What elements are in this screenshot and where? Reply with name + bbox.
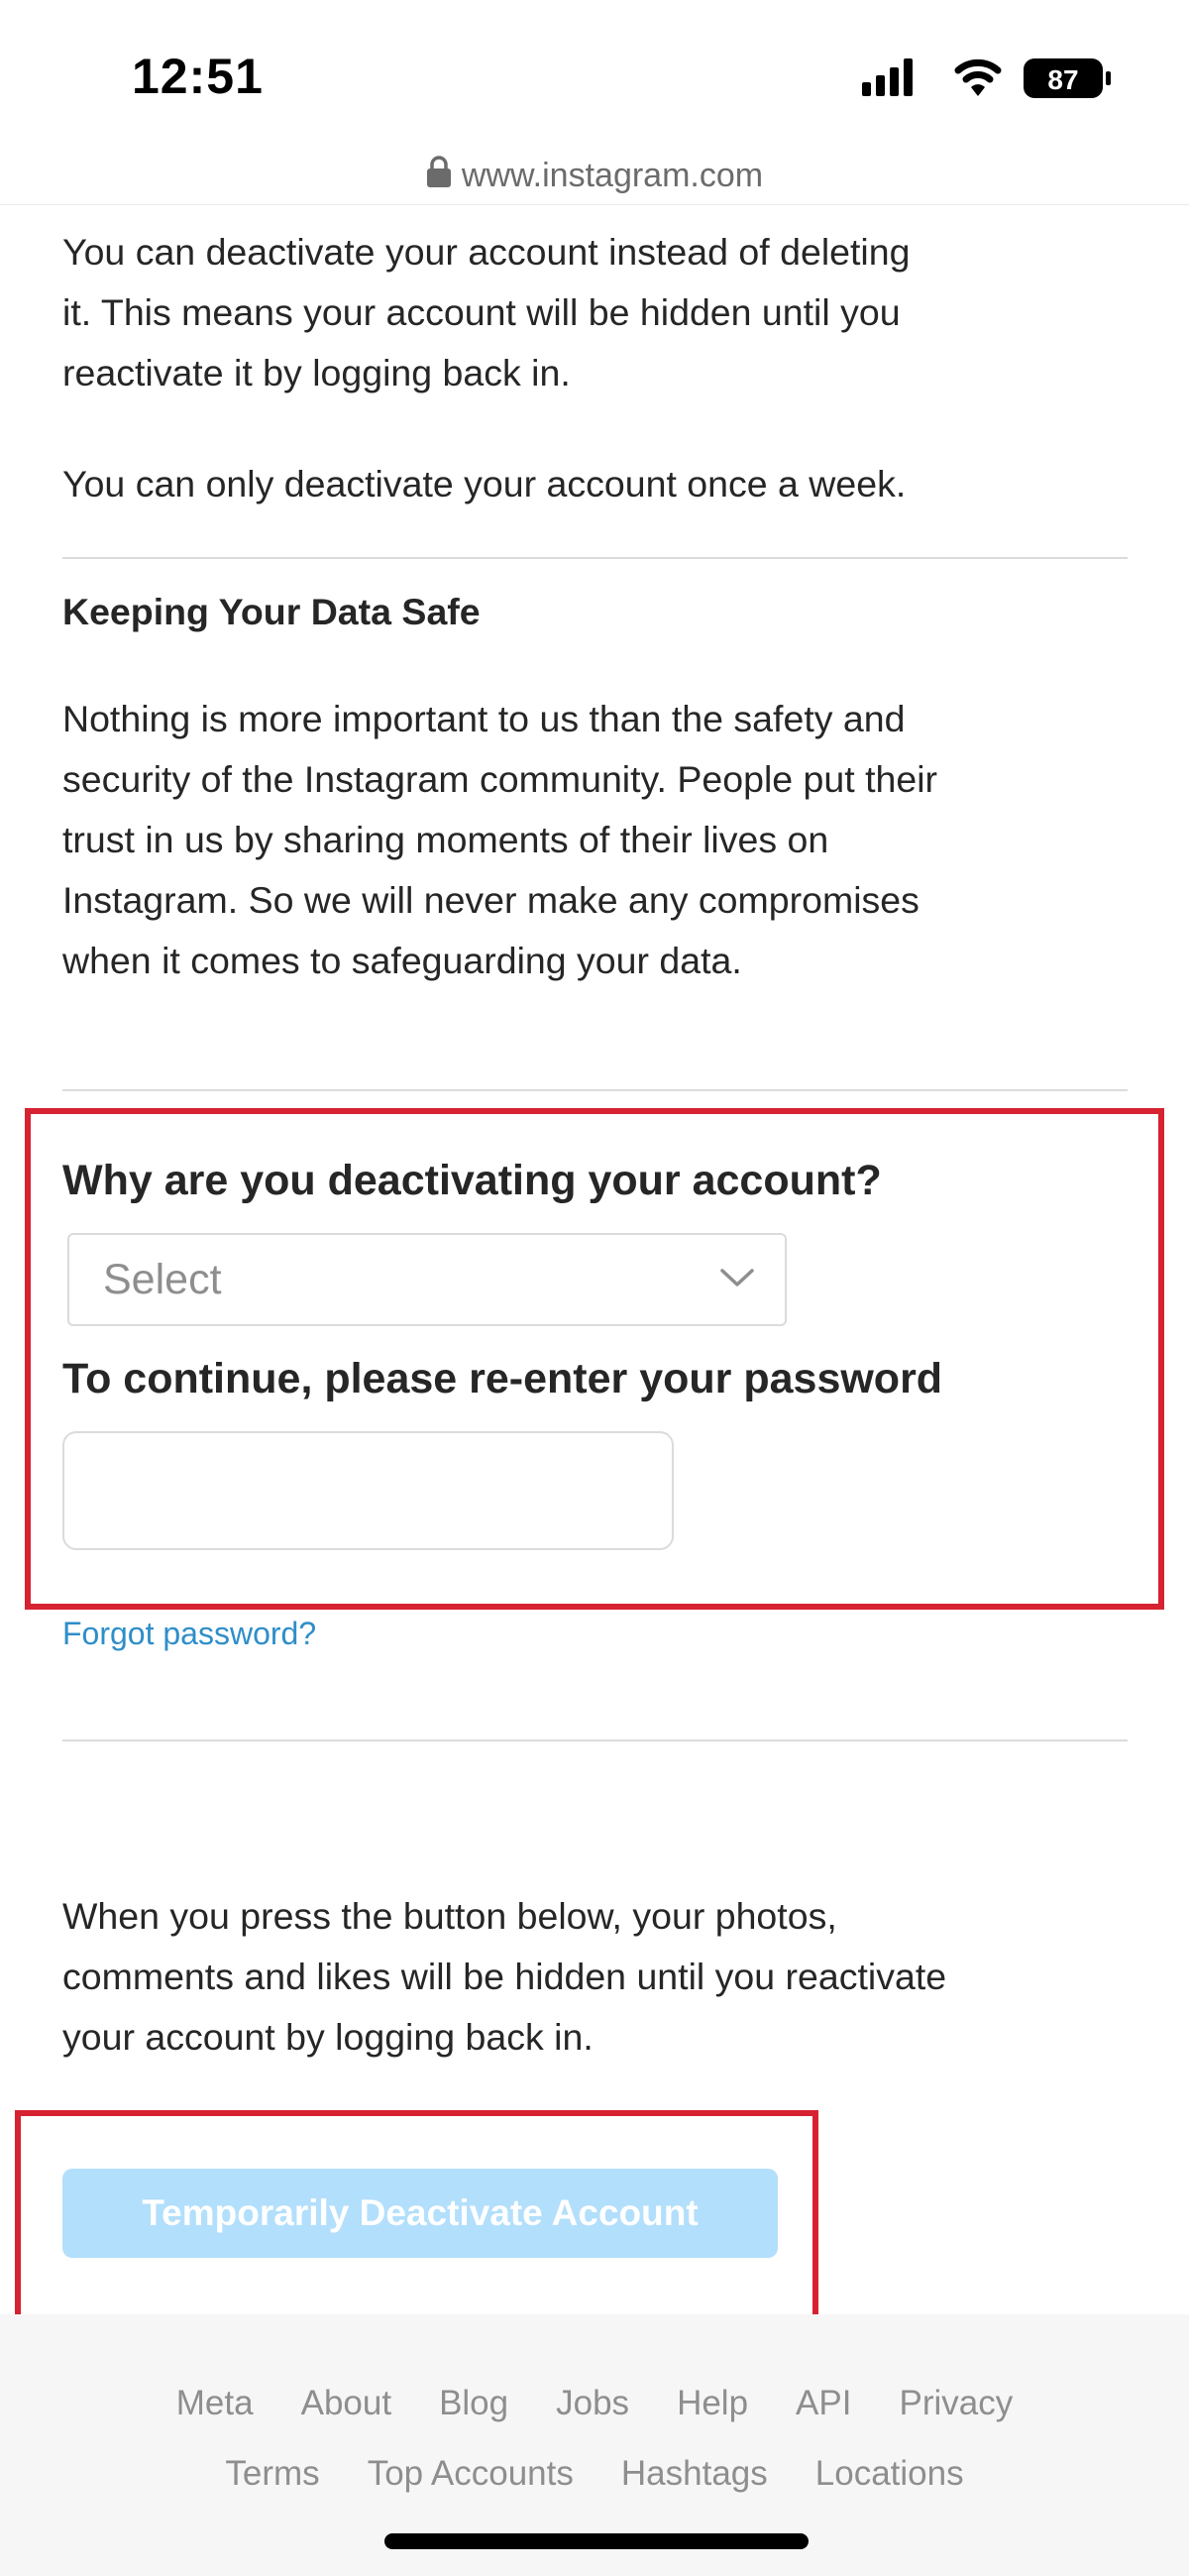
text-line: reactivate it by logging back in.: [62, 352, 571, 393]
text-line: when it comes to safeguarding your data.: [62, 940, 742, 981]
deactivate-info-text: You can deactivate your account instead …: [62, 222, 1133, 403]
text-line: When you press the button below, your ph…: [62, 1895, 837, 1937]
text-line: your account by logging back in.: [62, 2016, 594, 2058]
footer-link-terms[interactable]: Terms: [225, 2454, 319, 2494]
footer-link-help[interactable]: Help: [677, 2384, 748, 2423]
footer-link-hashtags[interactable]: Hashtags: [621, 2454, 768, 2494]
footer-link-api[interactable]: API: [796, 2384, 851, 2423]
footer-link-about[interactable]: About: [301, 2384, 391, 2423]
battery-icon: 87: [1024, 58, 1111, 98]
lock-icon: [426, 155, 452, 196]
chevron-down-icon: [719, 1267, 755, 1293]
temporarily-deactivate-button[interactable]: Temporarily Deactivate Account: [62, 2169, 778, 2258]
text-line: Instagram. So we will never make any com…: [62, 879, 919, 921]
once-a-week-text: You can only deactivate your account onc…: [62, 463, 907, 504]
text-line: it. This means your account will be hidd…: [62, 291, 901, 333]
reason-select[interactable]: Select: [67, 1233, 787, 1326]
password-prompt: To continue, please re-enter your passwo…: [62, 1355, 943, 1402]
data-safe-text: Nothing is more important to us than the…: [62, 689, 1133, 991]
status-bar: 12:51 87: [0, 0, 1189, 149]
footer-row-1: Meta About Blog Jobs Help API Privacy: [0, 2384, 1189, 2423]
status-time: 12:51: [132, 49, 264, 104]
status-icons: 87: [862, 55, 1120, 109]
footer-link-meta[interactable]: Meta: [176, 2384, 254, 2423]
wifi-icon: [954, 58, 1002, 96]
divider: [62, 1089, 1128, 1091]
text-line: You can deactivate your account instead …: [62, 231, 911, 273]
text-line: comments and likes will be hidden until …: [62, 1956, 947, 1997]
battery-level: 87: [1047, 64, 1078, 95]
cellular-signal-icon: [862, 58, 913, 96]
data-safe-heading: Keeping Your Data Safe: [62, 591, 481, 632]
forgot-password-link[interactable]: Forgot password?: [62, 1616, 316, 1652]
address-bar[interactable]: www.instagram.com: [0, 147, 1189, 205]
divider: [62, 1739, 1128, 1741]
text-line: security of the Instagram community. Peo…: [62, 758, 938, 800]
footer-link-blog[interactable]: Blog: [439, 2384, 508, 2423]
text-line: trust in us by sharing moments of their …: [62, 819, 829, 860]
divider: [62, 557, 1128, 559]
password-input[interactable]: [62, 1431, 674, 1550]
footer-row-2: Terms Top Accounts Hashtags Locations: [0, 2454, 1189, 2494]
footer-link-top-accounts[interactable]: Top Accounts: [368, 2454, 574, 2494]
confirm-text: When you press the button below, your ph…: [62, 1886, 1133, 2068]
footer-link-jobs[interactable]: Jobs: [556, 2384, 629, 2423]
footer-link-privacy[interactable]: Privacy: [899, 2384, 1013, 2423]
text-line: Nothing is more important to us than the…: [62, 698, 906, 739]
footer-link-locations[interactable]: Locations: [815, 2454, 964, 2494]
url-text: www.instagram.com: [461, 156, 764, 194]
reason-select-value: Select: [103, 1255, 222, 1303]
reason-question: Why are you deactivating your account?: [62, 1157, 882, 1204]
home-indicator[interactable]: [384, 2533, 809, 2549]
